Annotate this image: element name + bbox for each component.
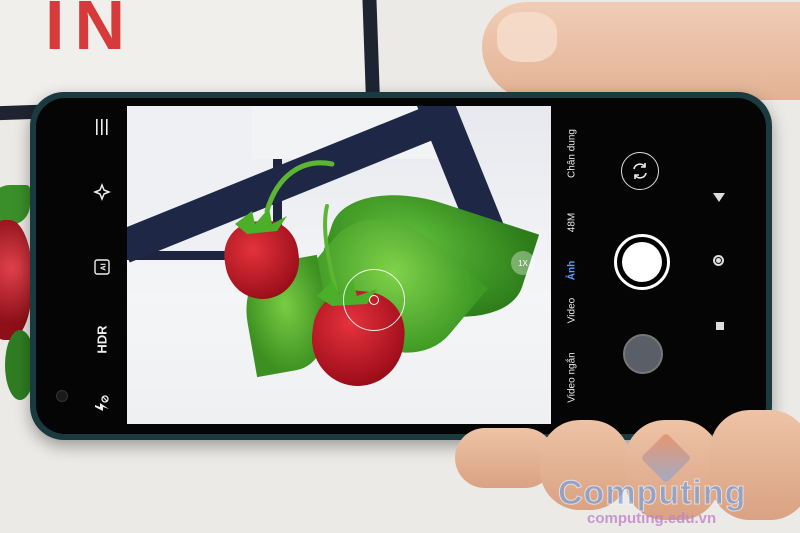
menu-icon xyxy=(96,119,108,135)
focus-point xyxy=(369,295,379,305)
shutter-button[interactable] xyxy=(614,234,670,290)
nav-back-icon[interactable] xyxy=(713,193,725,202)
photo-scene: IN AI HDR 1X Video ngắn Video Ảnh 48M Ch… xyxy=(0,0,800,533)
gallery-thumbnail[interactable] xyxy=(623,334,663,374)
thumb-nail xyxy=(497,12,557,62)
flash-button[interactable] xyxy=(94,386,110,422)
beauty-button[interactable] xyxy=(93,174,111,210)
ai-scene-icon: AI xyxy=(94,259,110,275)
sparkle-icon xyxy=(93,183,111,201)
mode-photo[interactable]: Ảnh xyxy=(567,256,578,286)
mode-video[interactable]: Video xyxy=(567,291,578,331)
watermark-brand: Computing xyxy=(557,474,747,513)
mode-48m[interactable]: 48M xyxy=(567,204,578,242)
flash-off-icon xyxy=(95,395,109,411)
strawberry-caps xyxy=(235,208,377,306)
background-letters: IN xyxy=(45,0,135,64)
hdr-label: HDR xyxy=(94,325,110,354)
background-leaf xyxy=(0,185,30,225)
nav-recents-icon[interactable] xyxy=(716,322,724,330)
hdr-button[interactable]: HDR xyxy=(95,322,110,358)
mode-portrait[interactable]: Chân dung xyxy=(567,119,578,189)
switch-camera-button[interactable] xyxy=(621,152,659,190)
front-camera-hole xyxy=(56,390,68,402)
watermark-url: computing.edu.vn xyxy=(587,510,717,527)
ai-button[interactable]: AI xyxy=(94,249,110,285)
zoom-button[interactable]: 1X xyxy=(511,251,535,275)
background-strawberry xyxy=(0,220,32,340)
camera-switch-icon xyxy=(633,163,647,179)
menu-button[interactable] xyxy=(95,109,109,145)
nav-home-icon[interactable] xyxy=(713,255,724,266)
camera-viewfinder[interactable]: 1X xyxy=(127,106,551,424)
svg-text:AI: AI xyxy=(99,263,108,271)
mode-short-video[interactable]: Video ngắn xyxy=(567,342,578,414)
zoom-label: 1X xyxy=(518,258,528,268)
shutter-inner xyxy=(622,242,662,282)
